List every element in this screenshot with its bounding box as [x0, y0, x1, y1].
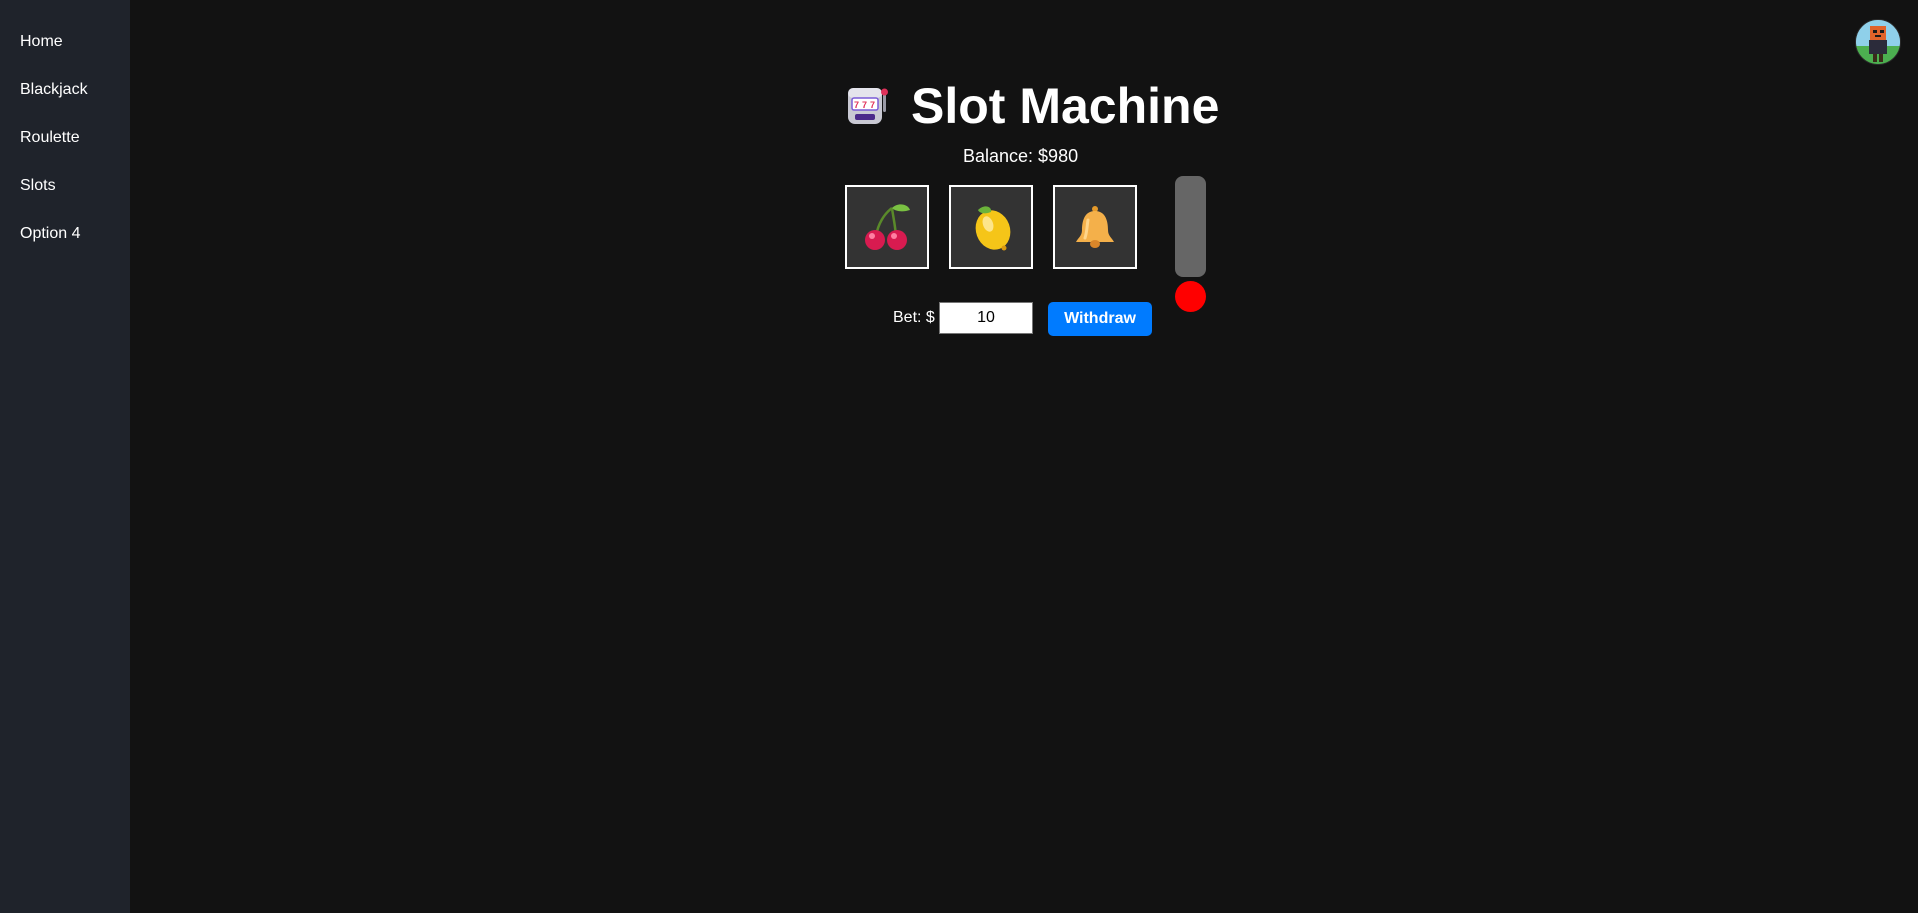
lever-bar[interactable]: [1175, 176, 1206, 277]
avatar-image: [1856, 20, 1900, 64]
sidebar-item-option-4[interactable]: Option 4: [20, 224, 80, 244]
reel-1: [845, 185, 929, 269]
svg-text:7: 7: [854, 100, 859, 110]
sidebar-item-home[interactable]: Home: [20, 32, 63, 52]
sidebar-item-roulette[interactable]: Roulette: [20, 128, 80, 148]
bet-input[interactable]: [939, 302, 1033, 334]
sidebar: Home Blackjack Roulette Slots Option 4: [0, 0, 130, 913]
lever-knob[interactable]: [1175, 281, 1206, 312]
reel-2: [949, 185, 1033, 269]
bell-icon: [1076, 206, 1114, 248]
lemon-icon: [975, 206, 1011, 251]
cherries-icon: [865, 204, 910, 250]
svg-text:7: 7: [870, 100, 875, 110]
sidebar-item-slots[interactable]: Slots: [20, 176, 56, 196]
bet-label: Bet: $: [893, 309, 935, 326]
page-title-text: Slot Machine: [911, 78, 1220, 134]
user-avatar[interactable]: [1855, 19, 1901, 65]
sidebar-item-blackjack[interactable]: Blackjack: [20, 80, 88, 100]
slot-machine-icon: 7 7 7: [848, 88, 888, 124]
balance-display: Balance: $980: [963, 146, 1079, 166]
withdraw-button[interactable]: Withdraw: [1048, 302, 1152, 336]
svg-text:7: 7: [862, 100, 867, 110]
reel-3: [1053, 185, 1137, 269]
page-title: 7 7 7 Slot Machine: [843, 78, 1219, 134]
